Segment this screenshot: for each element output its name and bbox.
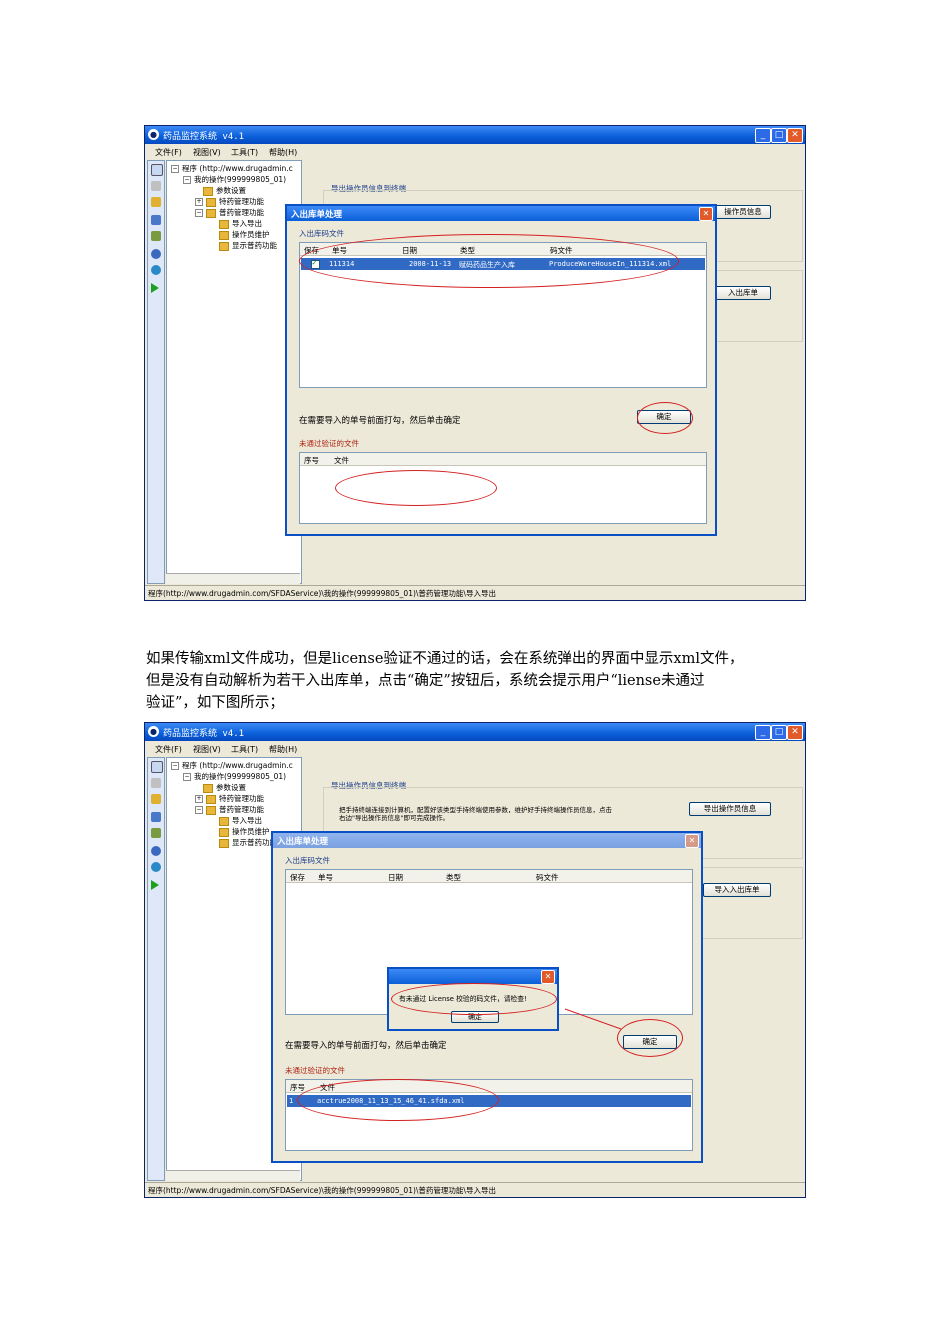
tree-special-drugs[interactable]: + 特药管理功能 xyxy=(195,196,264,207)
close-icon[interactable]: ✕ xyxy=(699,207,713,221)
menu-tools[interactable]: 工具(T) xyxy=(231,147,258,158)
collapse-icon[interactable]: − xyxy=(171,165,179,173)
item-icon xyxy=(203,186,213,196)
tree-show-general[interactable]: 显示普药功能 xyxy=(219,240,277,251)
item-icon xyxy=(219,230,229,240)
tool-icon[interactable] xyxy=(151,231,161,241)
tree-root[interactable]: − 程序 (http://www.drugadmin.c xyxy=(171,163,293,174)
minimize-icon[interactable]: _ xyxy=(755,128,771,143)
annotation-ellipse xyxy=(637,402,693,434)
import-order-button[interactable]: 入出库单 xyxy=(715,286,771,300)
tree-import-export[interactable]: 导入导出 xyxy=(219,218,262,229)
vertical-toolbar xyxy=(147,160,165,584)
navigation-tree: − 程序 (http://www.drugadmin.c − 我的操作(999999… xyxy=(166,160,302,584)
section-failed-files: 未通过验证的文件 xyxy=(299,439,359,448)
dialog-title: 入出库单处理 xyxy=(291,210,343,220)
status-path: 程序(http://www.drugadmin.com/SFDAService)… xyxy=(148,589,496,598)
paragraph-line: 验证”，如下图所示； xyxy=(146,695,284,711)
paragraph-line: 如果传输xml文件成功，但是license验证不通过的话，会在系统弹出的界面中显… xyxy=(146,651,744,667)
list-header: 序号 文件 xyxy=(300,453,706,466)
tree-param-settings[interactable]: 参数设置 xyxy=(203,185,246,196)
col-index: 序号 xyxy=(304,456,319,465)
dialog-title-bar: 入出库单处理 ✕ xyxy=(287,206,715,221)
globe-icon[interactable] xyxy=(151,265,161,275)
app-icon: ● xyxy=(148,129,159,140)
annotation-arrow-line xyxy=(564,1008,622,1030)
annotation-ellipse xyxy=(299,234,679,288)
collapse-icon[interactable]: − xyxy=(195,209,203,217)
item-icon xyxy=(219,219,229,229)
refresh-icon[interactable] xyxy=(151,249,161,259)
key-icon[interactable] xyxy=(151,181,161,191)
expand-icon[interactable]: + xyxy=(195,198,203,206)
menu-bar: 文件(F) 视图(V) 工具(T) 帮助(H) xyxy=(145,144,805,159)
screenshot-2: ● 药品监控系统 v4.1 _ □ ✕ 文件(F) 视图(V) 工具(T) 帮助… xyxy=(144,722,806,1198)
title-bar: ● 药品监控系统 v4.1 _ □ ✕ xyxy=(145,126,805,144)
section-order-files: 入出库码文件 xyxy=(299,229,344,238)
menu-file[interactable]: 文件(F) xyxy=(155,147,182,158)
edit-icon[interactable] xyxy=(151,215,161,225)
lock-icon[interactable] xyxy=(151,197,161,207)
status-bar: 程序(http://www.drugadmin.com/SFDAService)… xyxy=(145,585,805,600)
menu-help[interactable]: 帮助(H) xyxy=(269,147,297,158)
horizontal-scrollbar[interactable] xyxy=(166,573,300,584)
folder-icon xyxy=(206,208,216,218)
collapse-icon[interactable]: − xyxy=(183,176,191,184)
body-paragraph: 如果传输xml文件成功，但是license验证不通过的话，会在系统弹出的界面中显… xyxy=(146,648,816,714)
screenshot-1: ● 药品监控系统 v4.1 _ □ ✕ 文件(F) 视图(V) 工具(T) 帮助… xyxy=(144,125,806,601)
order-dialog: 入出库单处理 ✕ 入出库码文件 保存 单号 日期 类型 码文件 ✓ 111314… xyxy=(285,204,717,536)
tree-my-ops[interactable]: − 我的操作(999999805_01) xyxy=(183,174,286,185)
menu-view[interactable]: 视图(V) xyxy=(193,147,221,158)
window-title: 药品监控系统 v4.1 xyxy=(163,132,245,142)
folder-icon xyxy=(206,197,216,207)
play-icon[interactable] xyxy=(151,283,159,293)
window-icon[interactable] xyxy=(151,164,163,176)
paragraph-line: 但是没有自动解析为若干入出库单，点击“确定”按钮后，系统会提示用户“liense… xyxy=(146,673,705,689)
tree-general-drugs[interactable]: − 普药管理功能 xyxy=(195,207,264,218)
close-icon[interactable]: ✕ xyxy=(787,128,803,143)
tree-operator-maintain[interactable]: 操作员维护 xyxy=(219,229,270,240)
export-operator-button[interactable]: 操作员信息 xyxy=(715,205,771,219)
hint-text: 在需要导入的单号前面打勾，然后单击确定 xyxy=(299,416,461,426)
col-filename: 文件 xyxy=(334,456,349,465)
maximize-icon[interactable]: □ xyxy=(771,128,787,143)
item-icon xyxy=(219,241,229,251)
annotation-ellipse xyxy=(335,470,497,506)
